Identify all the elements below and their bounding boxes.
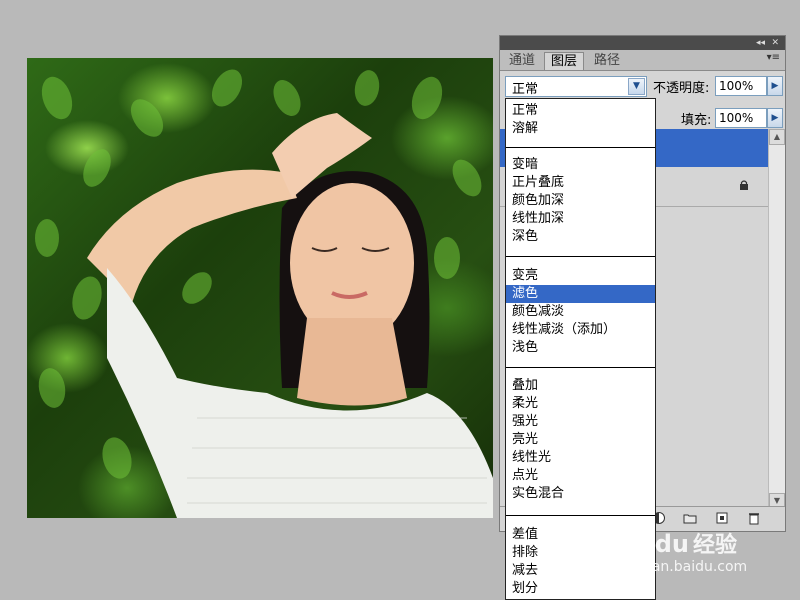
blend-mode-select[interactable]: 正常 ▼ [505,76,647,97]
document-photo [27,58,493,518]
new-group-icon[interactable] [683,511,697,525]
panel-menu-icon[interactable]: ▾≡ [767,52,780,63]
watermark-cn: 经验 [692,533,737,558]
separator [506,367,655,368]
blend-option[interactable]: 变亮 [506,267,655,285]
blend-mode-current: 正常 [512,82,539,97]
new-layer-icon[interactable] [715,511,729,525]
panel-tabs: 通道 图层 路径 ▾≡ [500,50,785,71]
tab-channels[interactable]: 通道 [503,52,541,70]
separator [506,147,655,148]
photo-woman-sunlight [35,69,493,518]
blend-option[interactable]: 浅色 [506,339,655,357]
blend-option[interactable]: 实色混合 [506,485,655,503]
fill-label: 填充: [681,113,712,128]
separator [506,515,655,516]
opacity-field[interactable]: 100% [715,76,767,96]
blend-option[interactable]: 正片叠底 [506,174,655,192]
blend-option[interactable]: 叠加 [506,377,655,395]
blend-option[interactable]: 溶解 [506,120,655,138]
blend-option[interactable]: 线性加深 [506,210,655,228]
blend-option[interactable]: 线性光 [506,449,655,467]
blend-option[interactable]: 变暗 [506,156,655,174]
tab-layers[interactable]: 图层 [544,52,585,70]
close-icon[interactable]: ✕ [771,36,779,50]
watermark-url: jingyan.baidu.com [618,559,748,575]
fill-slider-button[interactable]: ▶ [767,108,783,128]
panel-titlebar[interactable]: ◂◂ ✕ [500,36,785,50]
blend-option[interactable]: 划分 [506,580,655,598]
blend-mode-dropdown: 正常 溶解 变暗 正片叠底 颜色加深 线性加深 深色 变亮 滤色 颜色减淡 线性… [505,98,656,600]
trash-icon[interactable] [747,511,761,525]
collapse-icon[interactable]: ◂◂ [756,36,765,50]
separator [506,256,655,257]
watermark-logo-suffix: du [654,530,689,558]
blend-option[interactable]: 柔光 [506,395,655,413]
blend-option-selected[interactable]: 滤色 [506,285,655,303]
baidu-jingyan-watermark: Baidu 经验 jingyan.baidu.com [612,527,747,575]
layers-scrollbar[interactable]: ▲ ▼ [768,129,785,509]
blend-option[interactable]: 深色 [506,228,655,246]
blend-option[interactable]: 点光 [506,467,655,485]
scroll-up-icon[interactable]: ▲ [769,129,785,145]
blend-option[interactable]: 正常 [506,102,655,120]
blend-option[interactable]: 线性减淡（添加） [506,321,655,339]
blend-option[interactable]: 亮光 [506,431,655,449]
blend-option[interactable]: 强光 [506,413,655,431]
tab-paths[interactable]: 路径 [588,52,626,70]
blend-option[interactable]: 颜色减淡 [506,303,655,321]
opacity-slider-button[interactable]: ▶ [767,76,783,96]
watermark-logo: Bai [612,530,655,558]
blend-option[interactable]: 颜色加深 [506,192,655,210]
opacity-label: 不透明度: [653,81,710,96]
fill-field[interactable]: 100% [715,108,767,128]
lock-icon [740,180,748,190]
chevron-down-icon[interactable]: ▼ [628,78,645,95]
